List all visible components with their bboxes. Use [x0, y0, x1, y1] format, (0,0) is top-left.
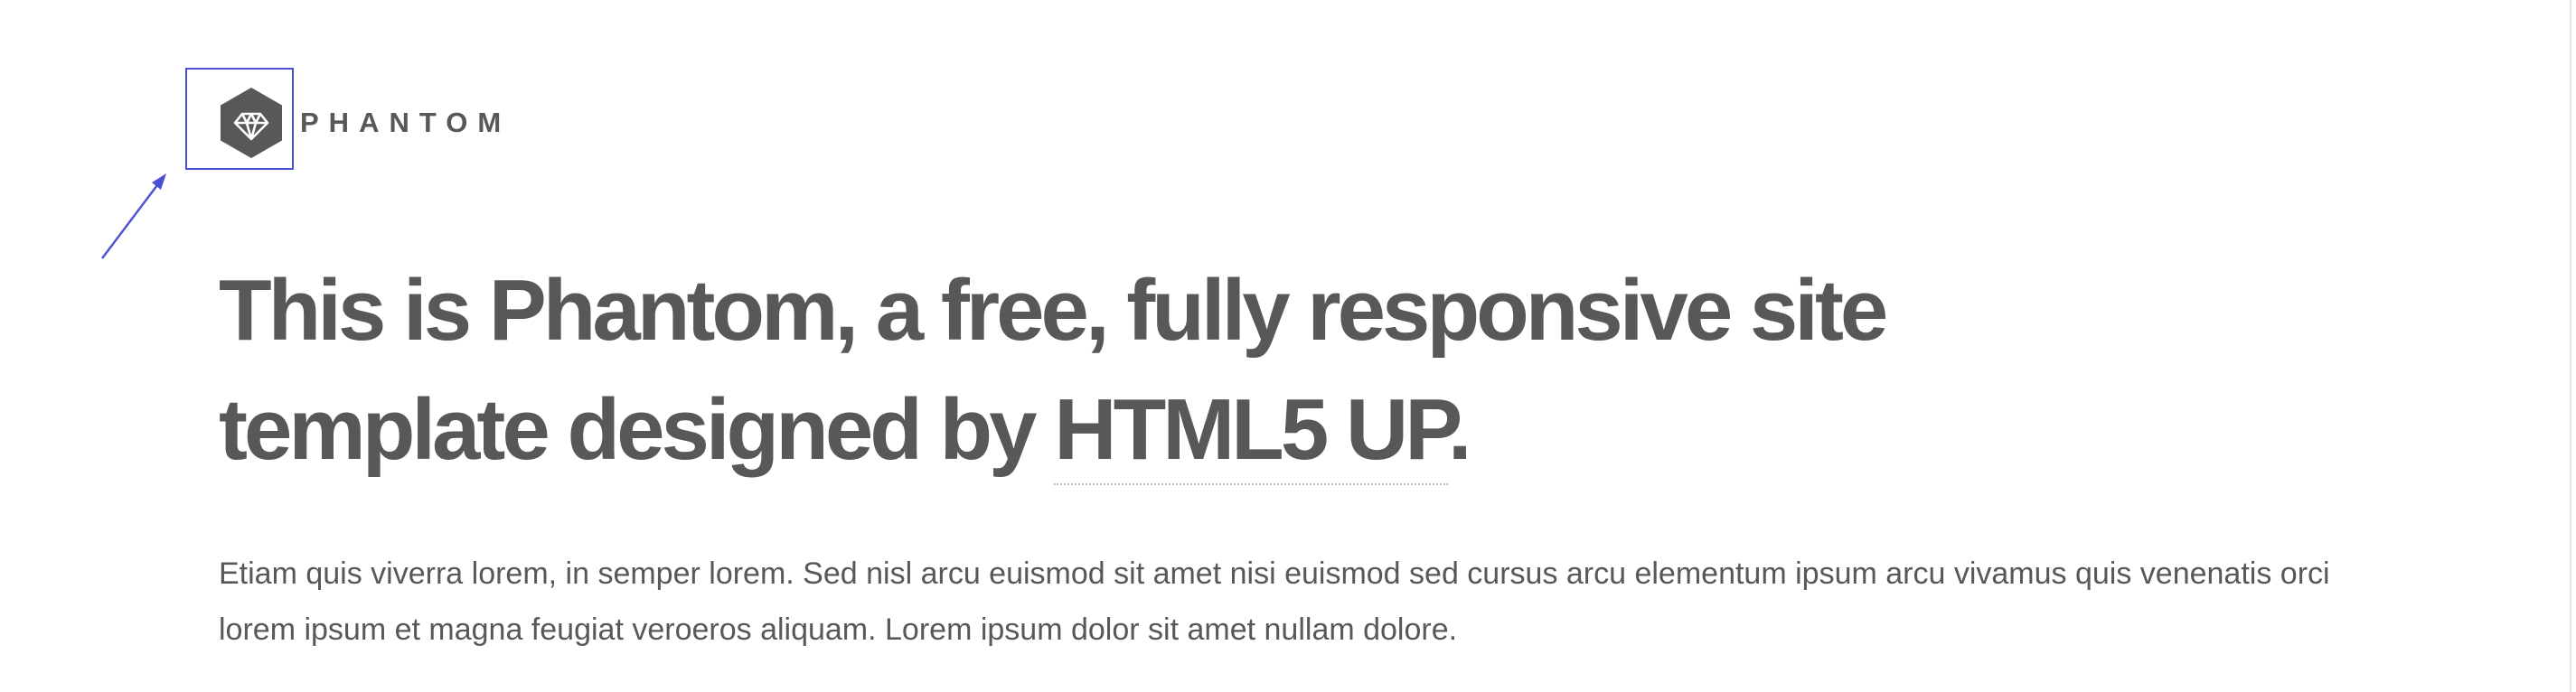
page-headline: This is Phantom, a free, fully responsiv… [219, 251, 2026, 490]
scrollbar-track[interactable] [2570, 0, 2571, 692]
headline-period: . [1447, 381, 1472, 478]
logo-title: PHANTOM [300, 107, 512, 138]
annotation-arrow-icon [101, 173, 166, 259]
intro-paragraph: Etiam quis viverra lorem, in semper lore… [219, 556, 2330, 647]
annotation-highlight-box [185, 68, 294, 170]
html5up-link[interactable]: HTML5 UP [1054, 381, 1452, 485]
headline-text: This is Phantom, a free, fully responsiv… [219, 262, 1888, 478]
